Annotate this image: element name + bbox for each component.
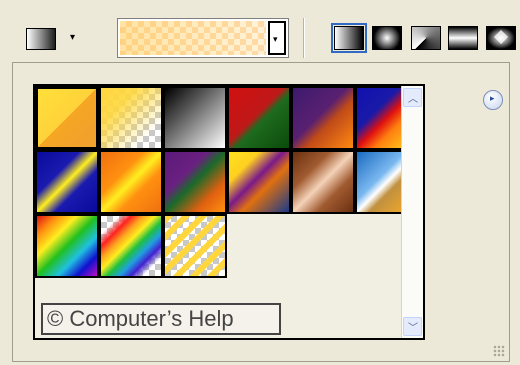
scrollbar[interactable]: ︿ ﹀	[401, 86, 423, 338]
chevron-up-icon: ︿	[408, 94, 418, 105]
scroll-down-button[interactable]: ﹀	[403, 317, 422, 336]
angle-gradient-button[interactable]	[411, 26, 441, 50]
gradient-preset-yellow-violet-orange-blue[interactable]	[227, 150, 291, 214]
gradient-preset-transparent-rainbow[interactable]	[99, 214, 163, 278]
diamond-gradient-button[interactable]	[486, 26, 516, 50]
gradient-options-bar: ▾ ▾	[0, 0, 520, 62]
chevron-down-icon: ▾	[273, 35, 278, 45]
chevron-down-icon: ﹀	[408, 323, 418, 334]
gradient-tool-preset-button[interactable]: ▾	[14, 22, 90, 56]
gradient-tool-icon	[26, 28, 56, 50]
toolbar-separator	[303, 18, 305, 58]
chevron-down-icon: ▾	[70, 32, 76, 43]
gradient-preset-orange-yellow-orange[interactable]	[99, 150, 163, 214]
gradient-preset-black-white[interactable]	[163, 86, 227, 150]
watermark: © Computer’s Help	[41, 303, 281, 335]
gradient-preset-red-green[interactable]	[227, 86, 291, 150]
panel-menu-button[interactable]: ▸	[483, 90, 503, 110]
gradient-preset-foreground-to-background[interactable]	[35, 86, 99, 150]
gradient-preset-spectrum[interactable]	[35, 214, 99, 278]
reflected-gradient-button[interactable]	[448, 26, 478, 50]
gradient-preset-blue-yellow-blue[interactable]	[35, 150, 99, 214]
menu-arrow-icon: ▸	[490, 94, 495, 104]
gradient-preset-foreground-to-transparent[interactable]	[99, 86, 163, 150]
scroll-up-button[interactable]: ︿	[403, 88, 422, 107]
gradient-preset-violet-green-orange[interactable]	[163, 150, 227, 214]
gradient-picker[interactable]: ▾	[117, 18, 289, 58]
gradient-picker-dropdown-button[interactable]: ▾	[268, 21, 286, 55]
gradient-picker-panel: ︿ ﹀ © Computer’s Help ▸	[12, 62, 510, 362]
gradient-preview[interactable]	[120, 21, 266, 55]
gradient-preset-transparent-stripes[interactable]	[163, 214, 227, 278]
gradient-presets-grid: ︿ ﹀ © Computer’s Help	[33, 84, 425, 340]
resize-grip-icon[interactable]	[493, 345, 505, 357]
radial-gradient-button[interactable]	[372, 26, 402, 50]
gradient-preset-violet-orange[interactable]	[291, 86, 355, 150]
gradient-preset-copper[interactable]	[291, 150, 355, 214]
linear-gradient-button[interactable]	[331, 23, 367, 53]
